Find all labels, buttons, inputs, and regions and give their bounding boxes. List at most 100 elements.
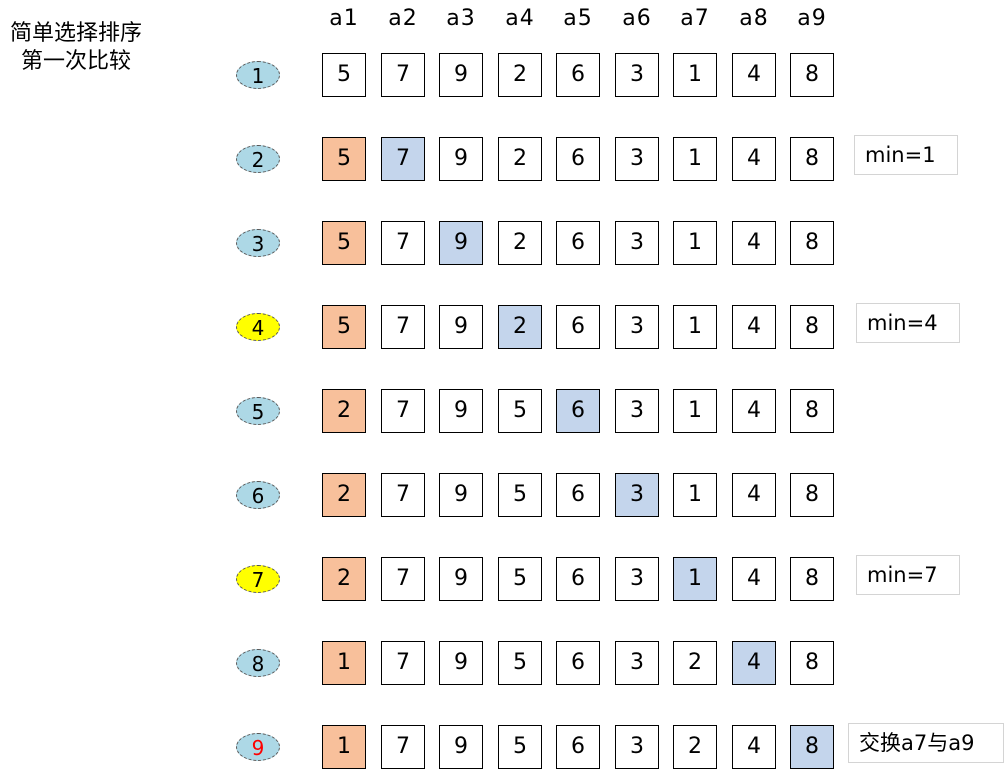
- array-cell-a4: 2: [498, 53, 542, 97]
- array-cell-a7: 1: [673, 473, 717, 517]
- array-cell-a8: 4: [732, 725, 776, 769]
- array-cell-a9: 8: [790, 221, 834, 265]
- step-row-1: 1579263148: [0, 53, 1004, 97]
- array-cell-a4: 2: [498, 137, 542, 181]
- array-cell-a9: 8: [790, 641, 834, 685]
- array-cell-a3: 9: [439, 389, 483, 433]
- array-cell-a2: 7: [381, 53, 425, 97]
- array-cell-a4: 5: [498, 389, 542, 433]
- array-cell-a8: 4: [732, 137, 776, 181]
- column-header-a9: a9: [797, 6, 827, 31]
- array-cell-a5: 6: [556, 221, 600, 265]
- array-cell-a2: 7: [381, 221, 425, 265]
- step-note: min=7: [856, 555, 960, 595]
- array-cell-a1: 2: [322, 473, 366, 517]
- step-number-badge: 2: [236, 145, 280, 173]
- array-cell-a8: 4: [732, 473, 776, 517]
- array-cell-a7: 1: [673, 53, 717, 97]
- array-cell-a4: 5: [498, 641, 542, 685]
- array-cell-a9: 8: [790, 473, 834, 517]
- array-cell-a6: 3: [615, 137, 659, 181]
- step-row-4: 4 5 7 9 2 6 3 1 4 8 min=4: [0, 303, 1004, 349]
- step-number-badge: 6: [236, 481, 280, 509]
- array-cell-a6: 3: [615, 305, 659, 349]
- array-cell-a3: 9: [439, 305, 483, 349]
- step-note: min=1: [854, 135, 958, 175]
- step-row-5: 5279563148: [0, 389, 1004, 433]
- array-cell-a5: 6: [556, 305, 600, 349]
- array-cell-a1: 2: [322, 557, 366, 601]
- array-cell-a6: 3: [615, 53, 659, 97]
- column-header-a2: a2: [388, 6, 418, 31]
- array-cell-a1: 2: [322, 389, 366, 433]
- array-cell-a1: 1: [322, 725, 366, 769]
- array-cell-a7: 1: [673, 221, 717, 265]
- step-number-badge: 7: [236, 565, 280, 593]
- array-cell-a6: 3: [615, 641, 659, 685]
- array-cell-a9: 8: [790, 725, 834, 769]
- array-cell-a7: 2: [673, 641, 717, 685]
- array-cell-a9: 8: [790, 389, 834, 433]
- step-row-8: 8179563248: [0, 641, 1004, 685]
- array-cell-a3: 9: [439, 725, 483, 769]
- column-header-a5: a5: [563, 6, 593, 31]
- step-number-badge: 5: [236, 397, 280, 425]
- array-cell-a9: 8: [790, 53, 834, 97]
- column-header-a4: a4: [505, 6, 535, 31]
- array-cell-a7: 1: [673, 389, 717, 433]
- array-cell-a6: 3: [615, 389, 659, 433]
- step-number-badge: 4: [236, 313, 280, 341]
- array-cell-a3: 9: [439, 137, 483, 181]
- array-cell-a1: 5: [322, 305, 366, 349]
- array-cell-a8: 4: [732, 221, 776, 265]
- array-cell-a4: 5: [498, 557, 542, 601]
- step-note: min=4: [856, 303, 960, 343]
- array-cell-a2: 7: [381, 725, 425, 769]
- array-cell-a1: 5: [322, 137, 366, 181]
- step-row-2: 2 5 7 9 2 6 3 1 4 8 min=1: [0, 135, 1004, 181]
- array-cell-a2: 7: [381, 137, 425, 181]
- array-cell-a3: 9: [439, 473, 483, 517]
- array-cell-a1: 1: [322, 641, 366, 685]
- array-cell-a9: 8: [790, 137, 834, 181]
- column-headers: a1 a2 a3 a4 a5 a6 a7 a8 a9: [0, 4, 1004, 34]
- array-cell-a4: 5: [498, 725, 542, 769]
- array-cell-a3: 9: [439, 641, 483, 685]
- column-header-a3: a3: [446, 6, 476, 31]
- array-cell-a7: 2: [673, 725, 717, 769]
- array-cell-a6: 3: [615, 221, 659, 265]
- array-cell-a5: 6: [556, 725, 600, 769]
- column-header-a7: a7: [680, 6, 710, 31]
- step-row-7: 7 2 7 9 5 6 3 1 4 8 min=7: [0, 555, 1004, 601]
- step-number-badge: 8: [236, 649, 280, 677]
- array-cell-a2: 7: [381, 305, 425, 349]
- array-cell-a3: 9: [439, 221, 483, 265]
- array-cell-a2: 7: [381, 641, 425, 685]
- array-cell-a4: 2: [498, 221, 542, 265]
- step-number-badge: 3: [236, 229, 280, 257]
- array-cell-a3: 9: [439, 557, 483, 601]
- array-cell-a8: 4: [732, 641, 776, 685]
- array-cell-a2: 7: [381, 473, 425, 517]
- array-cell-a7: 1: [673, 557, 717, 601]
- array-cell-a5: 6: [556, 389, 600, 433]
- array-cell-a6: 3: [615, 557, 659, 601]
- array-cell-a7: 1: [673, 137, 717, 181]
- step-number-badge: 9: [236, 733, 280, 761]
- step-row-9: 9 1 7 9 5 6 3 2 4 8 交换a7与a9: [0, 723, 1004, 769]
- array-cell-a2: 7: [381, 557, 425, 601]
- array-cell-a3: 9: [439, 53, 483, 97]
- array-cell-a1: 5: [322, 221, 366, 265]
- array-cell-a8: 4: [732, 305, 776, 349]
- step-row-6: 6279563148: [0, 473, 1004, 517]
- array-cell-a2: 7: [381, 389, 425, 433]
- array-cell-a8: 4: [732, 389, 776, 433]
- array-cell-a4: 2: [498, 305, 542, 349]
- step-note: 交换a7与a9: [848, 723, 1004, 763]
- array-cell-a7: 1: [673, 305, 717, 349]
- array-cell-a5: 6: [556, 641, 600, 685]
- array-cell-a4: 5: [498, 473, 542, 517]
- column-header-a6: a6: [622, 6, 652, 31]
- array-cell-a8: 4: [732, 53, 776, 97]
- array-cell-a9: 8: [790, 305, 834, 349]
